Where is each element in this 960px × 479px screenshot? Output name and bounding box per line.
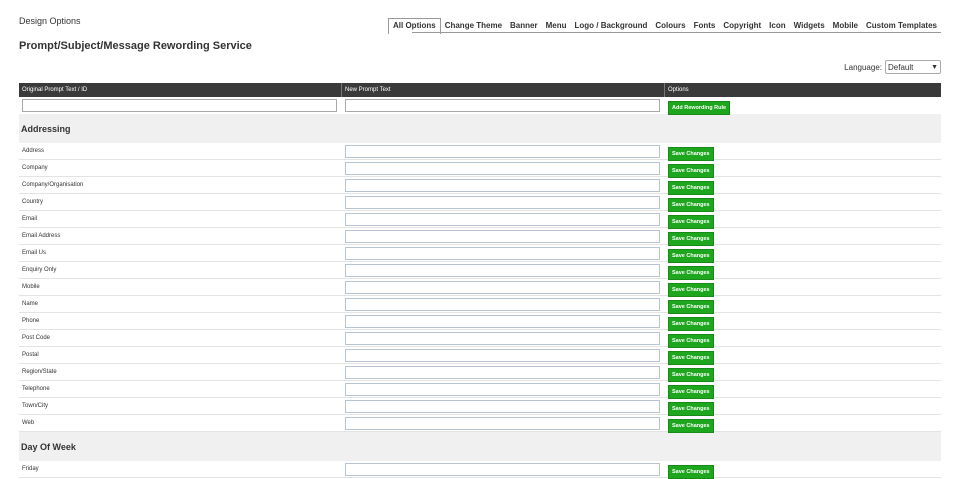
original-prompt-label: Web [22, 420, 35, 426]
save-changes-button[interactable]: Save Changes [668, 418, 714, 433]
new-prompt-input[interactable] [345, 416, 660, 430]
rewording-table: Original Prompt Text / ID New Prompt Tex… [19, 83, 941, 479]
original-prompt-label: Enquiry Only [22, 267, 57, 273]
new-prompt-input[interactable] [345, 144, 660, 158]
new-prompt-input[interactable] [345, 348, 660, 362]
new-prompt-input[interactable] [345, 263, 660, 277]
original-prompt-label: Email Address [22, 233, 61, 239]
new-prompt-input[interactable] [345, 229, 660, 243]
add-rewording-rule-button[interactable]: Add Rewording Rule [668, 101, 731, 115]
table-row: Phone Save Changes [19, 313, 941, 331]
save-changes-button[interactable]: Save Changes [668, 464, 714, 479]
table-row: Region/State Save Changes [19, 364, 941, 382]
new-prompt-input[interactable] [345, 365, 660, 379]
new-prompt-input[interactable] [345, 331, 660, 345]
table-row: Company Save Changes [19, 160, 941, 178]
table-row: Address Save Changes [19, 143, 941, 161]
table-row: Enquiry Only Save Changes [19, 262, 941, 280]
original-prompt-label: Postal [22, 352, 39, 358]
original-prompt-label: Email Us [22, 250, 47, 256]
new-prompt-input[interactable] [345, 195, 660, 209]
original-text-input[interactable] [22, 99, 337, 112]
table-row: Country Save Changes [19, 194, 941, 212]
original-prompt-label: Company [22, 165, 48, 171]
original-prompt-label: Friday [22, 466, 39, 472]
header-new-text: New Prompt Text [342, 83, 665, 97]
new-text-input[interactable] [345, 99, 660, 112]
original-prompt-label: Email [22, 216, 38, 222]
table-row: Web Save Changes [19, 415, 941, 433]
table-row: Email Us Save Changes [19, 245, 941, 263]
page-title: Prompt/Subject/Message Rewording Service [19, 40, 252, 52]
new-prompt-input[interactable] [345, 399, 660, 413]
table-row: Post Code Save Changes [19, 330, 941, 348]
section-heading: Addressing [19, 114, 941, 143]
language-selector: Language: Default ▼ [844, 60, 941, 74]
original-prompt-label: Town/City [22, 403, 49, 409]
table-row: Telephone Save Changes [19, 381, 941, 399]
original-prompt-label: Address [22, 148, 45, 154]
new-prompt-input[interactable] [345, 314, 660, 328]
table-header: Original Prompt Text / ID New Prompt Tex… [19, 83, 941, 97]
new-prompt-input[interactable] [345, 280, 660, 294]
table-row: Email Address Save Changes [19, 228, 941, 246]
original-prompt-label: Country [22, 199, 44, 205]
header-original-text: Original Prompt Text / ID [19, 83, 342, 97]
new-prompt-input[interactable] [345, 161, 660, 175]
original-prompt-label: Name [22, 301, 39, 307]
table-row: Mobile Save Changes [19, 279, 941, 297]
design-options-label: Design Options [19, 16, 81, 26]
new-prompt-input[interactable] [345, 246, 660, 260]
original-prompt-label: Telephone [22, 386, 50, 392]
new-prompt-input[interactable] [345, 178, 660, 192]
new-rule-row: Add Rewording Rule [19, 97, 941, 115]
new-prompt-input[interactable] [345, 212, 660, 226]
original-prompt-label: Region/State [22, 369, 57, 375]
table-row: Company/Organisation Save Changes [19, 177, 941, 195]
language-selected-value: Default [888, 62, 914, 72]
table-row: Postal Save Changes [19, 347, 941, 365]
table-row: Name Save Changes [19, 296, 941, 314]
section-heading: Day Of Week [19, 432, 941, 461]
table-row: Email Save Changes [19, 211, 941, 229]
original-prompt-label: Company/Organisation [22, 182, 84, 188]
language-select[interactable]: Default ▼ [885, 60, 941, 74]
original-prompt-label: Mobile [22, 284, 40, 290]
original-prompt-label: Post Code [22, 335, 51, 341]
table-row: Town/City Save Changes [19, 398, 941, 416]
original-prompt-label: Phone [22, 318, 40, 324]
language-label: Language: [844, 62, 882, 72]
table-row: Friday Save Changes [19, 461, 941, 479]
tabs-underline [412, 32, 941, 33]
chevron-down-icon: ▼ [931, 63, 938, 71]
new-prompt-input[interactable] [345, 382, 660, 396]
new-prompt-input[interactable] [345, 297, 660, 311]
header-options: Options [668, 87, 689, 93]
